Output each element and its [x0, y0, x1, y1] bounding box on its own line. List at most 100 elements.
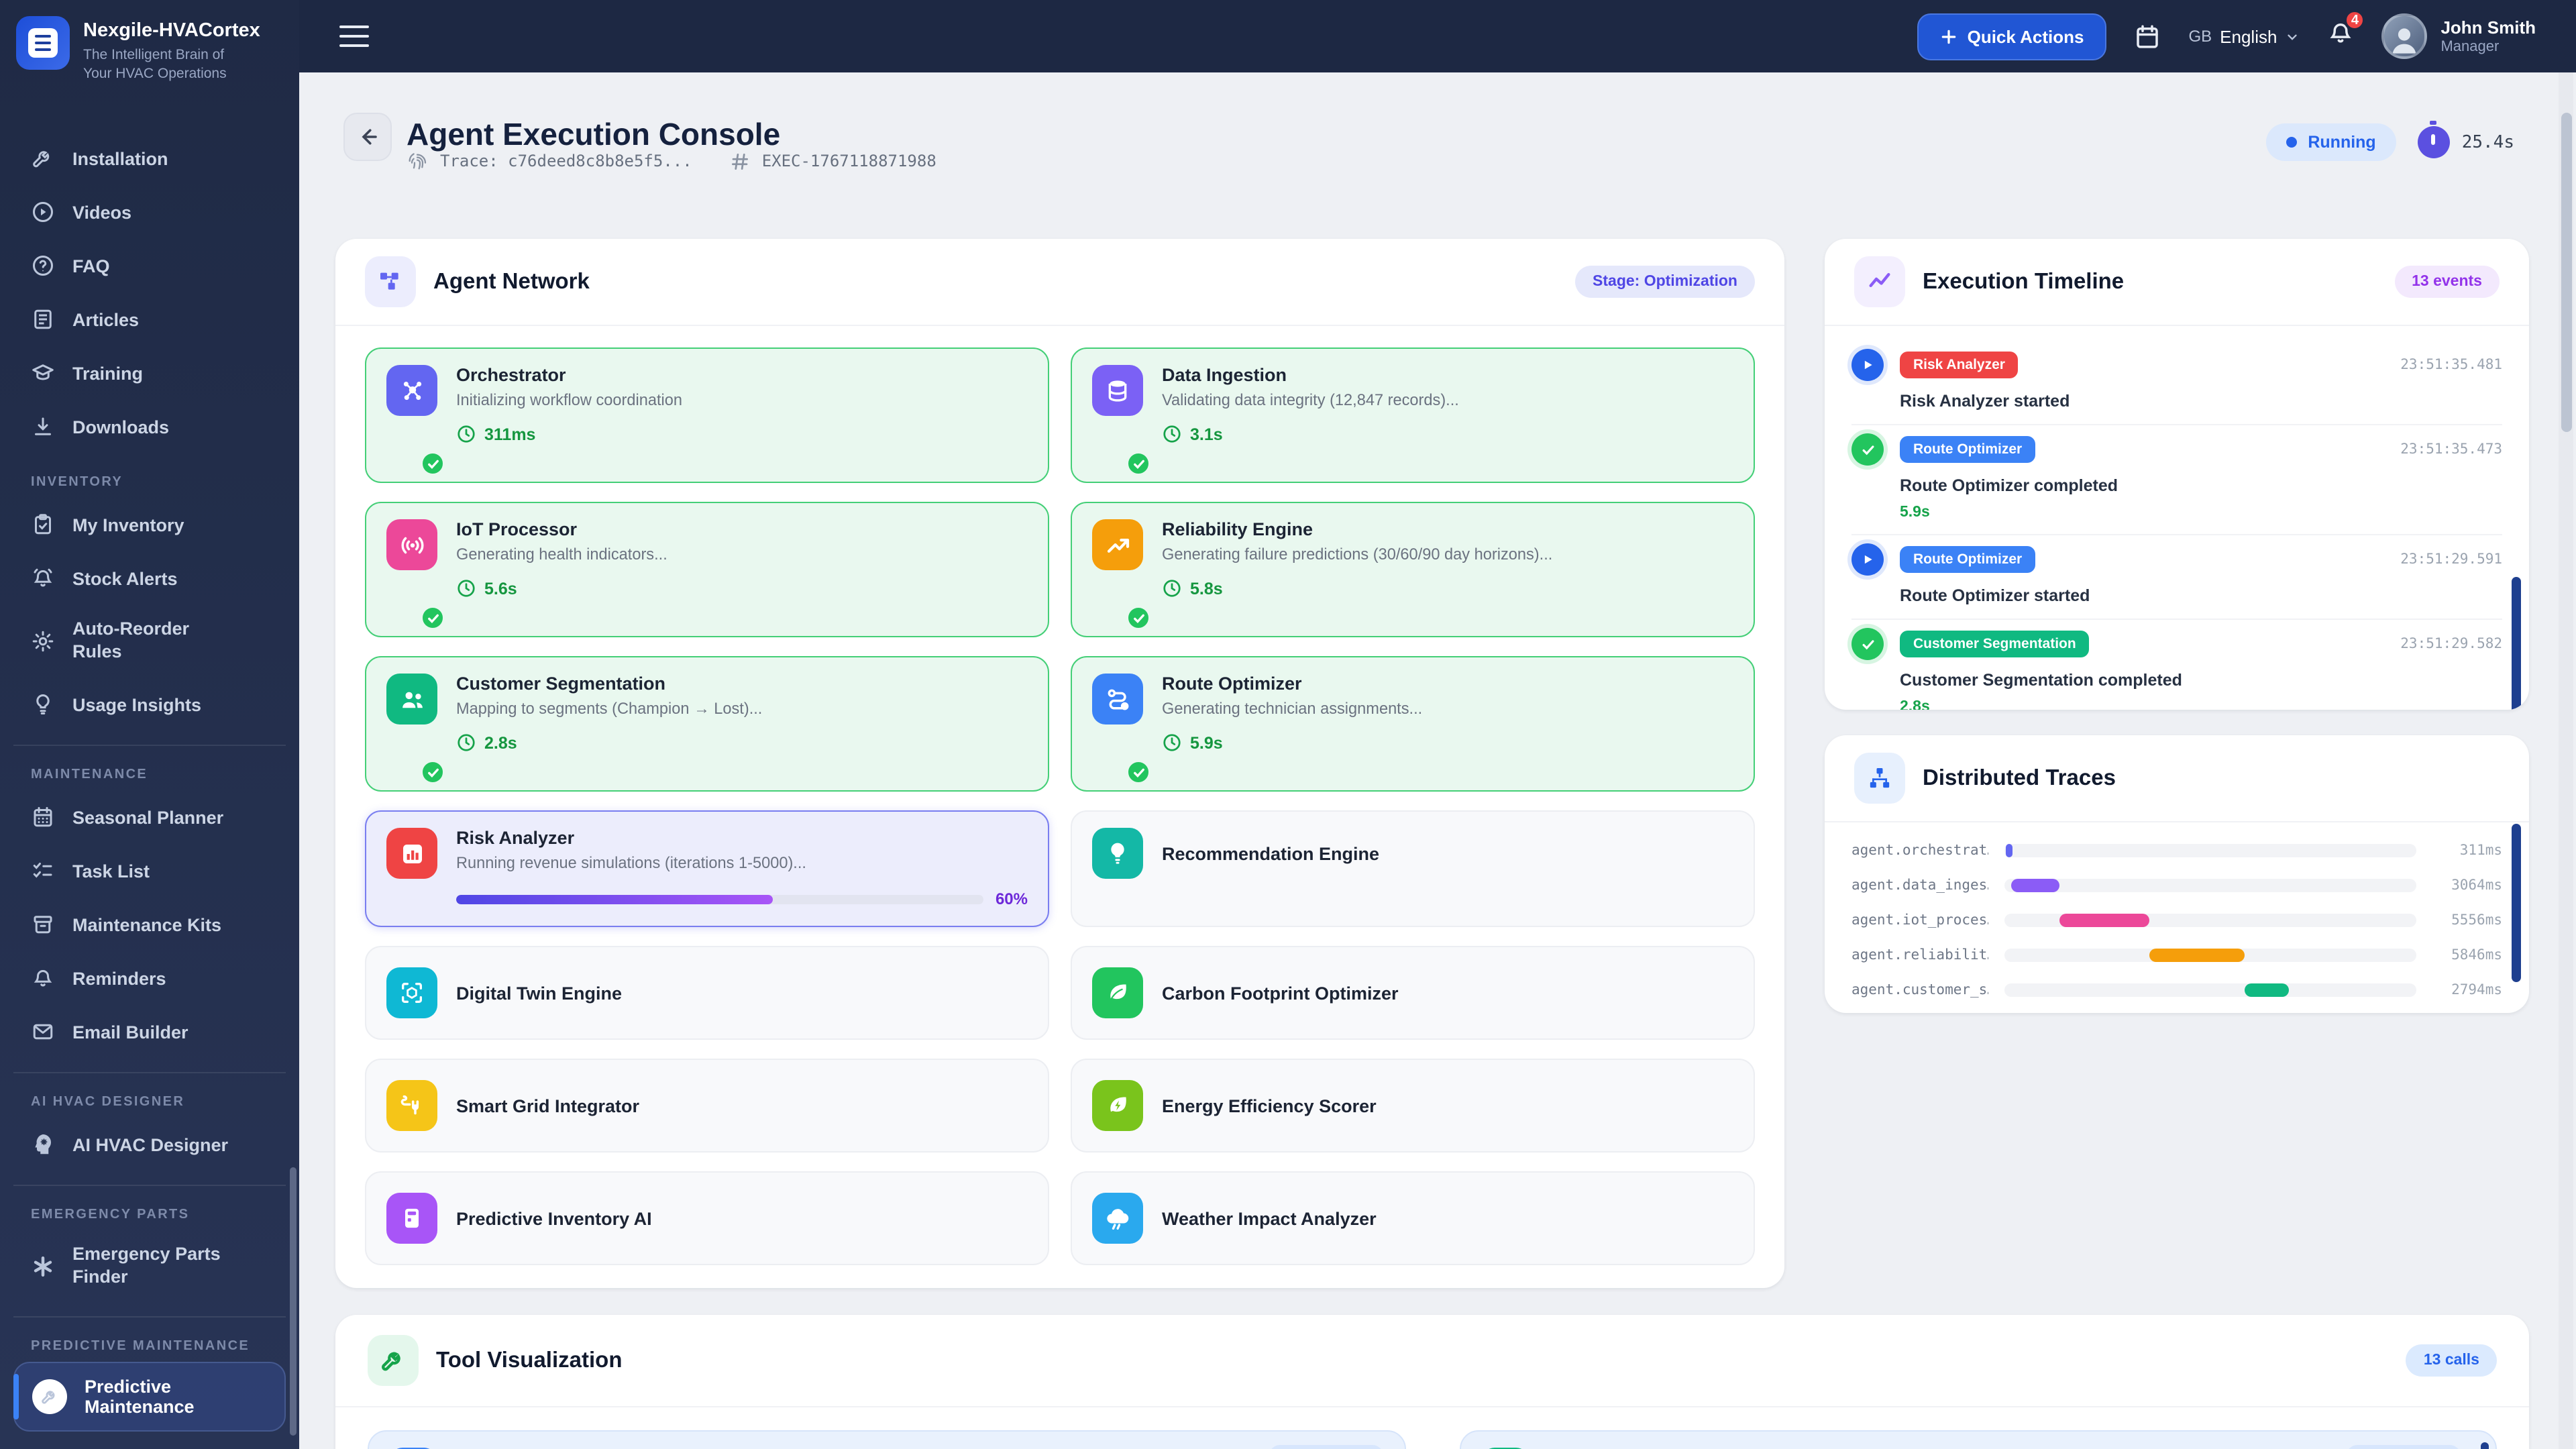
chevron-down-icon: [2285, 29, 2300, 44]
sidebar-item-label: Installation: [72, 148, 168, 168]
tool-card[interactable]: EXECUTING: [368, 1430, 1405, 1449]
brand-logo-icon: [16, 16, 70, 70]
sidebar-item-installation[interactable]: Installation: [13, 131, 286, 185]
event-agent-badge: Risk Analyzer: [1900, 352, 2019, 378]
sidebar-item-articles[interactable]: Articles: [13, 292, 286, 346]
play-icon: [1851, 543, 1884, 576]
sidebar-scrollbar[interactable]: [290, 1167, 297, 1436]
sidebar-item-videos[interactable]: Videos: [13, 185, 286, 239]
database-icon: [1092, 365, 1143, 416]
traces-title: Distributed Traces: [1923, 765, 2116, 791]
lightbulb-icon: [1092, 828, 1143, 879]
events-count-badge: 13 events: [2394, 266, 2500, 298]
agent-duration: 5.9s: [1190, 733, 1223, 752]
agent-duration: 5.6s: [484, 579, 517, 598]
agent-card-route-optimizer[interactable]: Route Optimizer Generating technician as…: [1071, 656, 1755, 792]
language-selector[interactable]: GB English: [2188, 26, 2300, 46]
clock-icon: [456, 424, 476, 444]
sidebar-divider: [13, 1316, 286, 1318]
agent-name: Predictive Inventory AI: [456, 1208, 652, 1228]
agent-card-weather-impact-analyzer[interactable]: Weather Impact Analyzer: [1071, 1171, 1755, 1265]
agent-card-predictive-inventory-ai[interactable]: Predictive Inventory AI: [365, 1171, 1049, 1265]
page-scrollbar-thumb[interactable]: [2561, 113, 2571, 432]
user-menu[interactable]: John Smith Manager: [2381, 13, 2536, 59]
agent-card-customer-segmentation[interactable]: Customer Segmentation Mapping to segment…: [365, 656, 1049, 792]
sidebar-item-ai-hvac-designer[interactable]: AI HVAC Designer: [13, 1118, 286, 1171]
sidebar-item-downloads[interactable]: Downloads: [13, 400, 286, 453]
sidebar-item-label: Predictive Maintenance: [85, 1377, 246, 1417]
calendar-icon[interactable]: [2133, 22, 2161, 50]
sidebar-item-stock-alerts[interactable]: Stock Alerts: [13, 551, 286, 605]
sidebar-item-seasonal-planner[interactable]: Seasonal Planner: [13, 790, 286, 844]
clock-icon: [1162, 578, 1182, 598]
agent-name: Energy Efficiency Scorer: [1162, 1095, 1377, 1116]
agent-card-risk-analyzer[interactable]: Risk Analyzer Running revenue simulation…: [365, 810, 1049, 927]
trace-track: [2004, 879, 2416, 892]
calls-count-badge: 13 calls: [2406, 1344, 2497, 1377]
agent-card-recommendation-engine[interactable]: Recommendation Engine: [1071, 810, 1755, 927]
agent-card-digital-twin-engine[interactable]: Digital Twin Engine: [365, 946, 1049, 1040]
calendar-icon: [31, 805, 55, 829]
sidebar-divider: [13, 1072, 286, 1073]
sidebar-item-maintenance-kits[interactable]: Maintenance Kits: [13, 898, 286, 951]
agent-subtitle: Initializing workflow coordination: [456, 390, 1028, 409]
quick-actions-button[interactable]: Quick Actions: [1918, 13, 2107, 60]
menu-icon[interactable]: [339, 25, 369, 48]
sidebar-item-email-builder[interactable]: Email Builder: [13, 1005, 286, 1059]
agent-card-iot-processor[interactable]: IoT Processor Generating health indicato…: [365, 502, 1049, 637]
sidebar-item-task-list[interactable]: Task List: [13, 844, 286, 898]
sidebar-item-my-inventory[interactable]: My Inventory: [13, 498, 286, 551]
plug-icon: [386, 1080, 437, 1131]
agent-card-orchestrator[interactable]: Orchestrator Initializing workflow coord…: [365, 347, 1049, 483]
arrow-left-icon: [356, 125, 380, 149]
event-duration: 2.8s: [1900, 699, 2502, 710]
check-badge-icon: [420, 451, 445, 476]
event-title: Risk Analyzer started: [1900, 392, 2502, 411]
sidebar-item-reminders[interactable]: Reminders: [13, 951, 286, 1005]
notifications-button[interactable]: 4: [2326, 19, 2355, 54]
agent-card-data-ingestion[interactable]: Data Ingestion Validating data integrity…: [1071, 347, 1755, 483]
sidebar-item-training[interactable]: Training: [13, 346, 286, 400]
agent-card-energy-efficiency-scorer[interactable]: Energy Efficiency Scorer: [1071, 1059, 1755, 1152]
sidebar-item-usage-insights[interactable]: Usage Insights: [13, 678, 286, 731]
users-icon: [386, 674, 437, 724]
agent-name: Orchestrator: [456, 365, 1028, 385]
agent-name: Weather Impact Analyzer: [1162, 1208, 1377, 1228]
event-title: Route Optimizer completed: [1900, 476, 2502, 495]
brand-name: Nexgile-HVACortex: [83, 20, 260, 42]
back-button[interactable]: [343, 113, 392, 161]
trace-label: agent.reliabilit…: [1851, 947, 1988, 963]
sidebar-item-label: Videos: [72, 202, 131, 222]
sidebar-item-auto-reorder-rules[interactable]: Auto-Reorder Rules: [13, 605, 286, 678]
sidebar-item-predictive-maintenance[interactable]: Predictive Maintenance: [13, 1362, 286, 1432]
gear-icon: [31, 629, 55, 653]
timeline-scrollbar[interactable]: [2512, 577, 2521, 710]
tool-card[interactable]: EXECUTING: [1459, 1430, 2497, 1449]
check-icon: [1851, 628, 1884, 660]
traces-scrollbar[interactable]: [2512, 824, 2521, 982]
sidebar-item-label: Seasonal Planner: [72, 807, 223, 827]
checklist-icon: [31, 859, 55, 883]
agent-card-smart-grid-integrator[interactable]: Smart Grid Integrator: [365, 1059, 1049, 1152]
event-agent-badge: Route Optimizer: [1900, 546, 2035, 573]
event-agent-badge: Route Optimizer: [1900, 436, 2035, 463]
trace-duration: 3064ms: [2432, 877, 2502, 894]
event-timestamp: 23:51:29.591: [2400, 551, 2502, 568]
stopwatch-icon: [2418, 126, 2450, 158]
agent-card-carbon-footprint-optimizer[interactable]: Carbon Footprint Optimizer: [1071, 946, 1755, 1040]
sidebar-item-emergency-parts-finder[interactable]: Emergency Parts Finder: [13, 1230, 286, 1303]
play-icon: [1851, 349, 1884, 381]
sidebar-item-faq[interactable]: FAQ: [13, 239, 286, 292]
tool-card-scrollbar[interactable]: [2481, 1442, 2489, 1449]
trace-duration: 5846ms: [2432, 947, 2502, 963]
event-title: Customer Segmentation completed: [1900, 671, 2502, 690]
agent-duration: 5.8s: [1190, 579, 1223, 598]
graduation-cap-icon: [31, 361, 55, 385]
agent-name: Digital Twin Engine: [456, 983, 622, 1003]
agent-card-reliability-engine[interactable]: Reliability Engine Generating failure pr…: [1071, 502, 1755, 637]
hash-icon: [730, 151, 750, 171]
leaf-bolt-icon: [1092, 1080, 1143, 1131]
trace-row: agent.orchestrat… 311ms: [1851, 833, 2502, 868]
sidebar-item-label: Task List: [72, 861, 150, 881]
help-circle-icon: [31, 254, 55, 278]
